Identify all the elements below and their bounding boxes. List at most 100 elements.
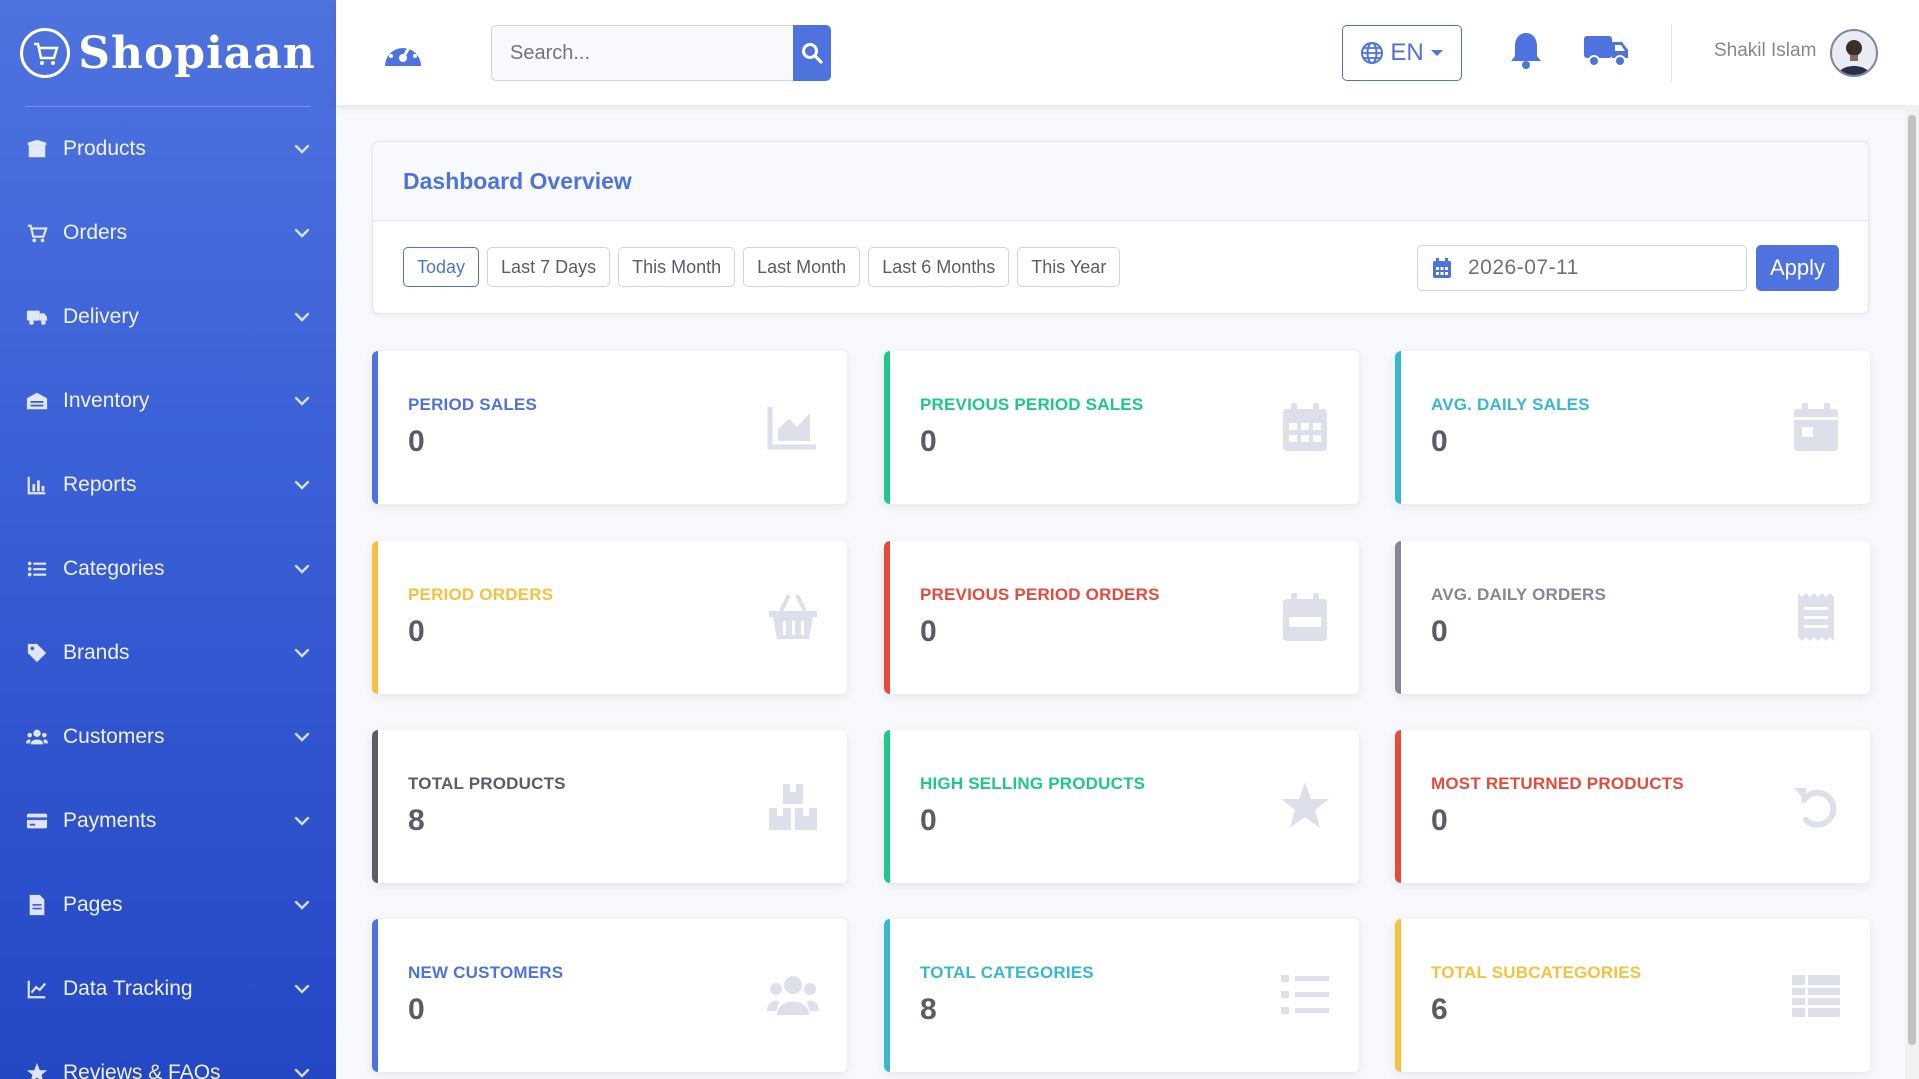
sidebar-item-delivery[interactable]: Delivery (0, 275, 336, 359)
stat-card-period-orders[interactable]: PERIOD ORDERS 0 (372, 541, 847, 694)
sidebar-nav: Products Orders Delivery Inventory Reports Ca… (0, 107, 336, 1079)
chevron-down-icon[interactable] (293, 560, 311, 578)
stat-label: PERIOD SALES (408, 395, 537, 414)
apply-button[interactable]: Apply (1756, 245, 1839, 291)
stat-card-previous-period-sales[interactable]: PREVIOUS PERIOD SALES 0 (884, 351, 1359, 504)
sidebar-item-label: Data Tracking (63, 977, 193, 1000)
stat-card-avg-daily-sales[interactable]: AVG. DAILY SALES 0 (1395, 351, 1870, 504)
star-icon (25, 1061, 49, 1079)
chevron-down-icon[interactable] (293, 644, 311, 662)
sidebar-item-label: Reports (63, 473, 137, 496)
scrollbar-thumb[interactable] (1908, 115, 1916, 1045)
avatar[interactable] (1830, 29, 1878, 77)
stat-label: TOTAL PRODUCTS (408, 774, 566, 793)
caret-down-icon (1430, 50, 1443, 56)
star-icon (1279, 780, 1331, 832)
sidebar-item-inventory[interactable]: Inventory (0, 359, 336, 443)
filter-today[interactable]: Today (403, 247, 480, 287)
filter-this-month[interactable]: This Month (618, 247, 736, 287)
stat-value: 8 (920, 993, 937, 1026)
line-chart-icon (25, 977, 49, 1001)
sidebar-item-label: Inventory (63, 389, 150, 412)
bar-chart-icon (25, 473, 49, 497)
language-label: EN (1390, 39, 1424, 66)
search-icon (802, 43, 823, 64)
search-button[interactable] (793, 25, 831, 81)
chevron-down-icon[interactable] (293, 308, 311, 326)
stat-card-total-subcategories[interactable]: TOTAL SUBCATEGORIES 6 (1395, 919, 1870, 1072)
calendar-icon (1433, 258, 1451, 278)
chevron-down-icon[interactable] (293, 140, 311, 158)
stat-value: 0 (920, 425, 937, 458)
sidebar-item-label: Customers (63, 725, 165, 748)
date-picker[interactable]: 2026-07-11 (1417, 245, 1747, 291)
stat-value: 0 (408, 425, 425, 458)
chevron-down-icon[interactable] (293, 224, 311, 242)
chevron-down-icon[interactable] (293, 980, 311, 998)
stat-card-high-selling-products[interactable]: HIGH SELLING PRODUCTS 0 (884, 730, 1359, 883)
delivery-truck-icon[interactable] (1582, 32, 1630, 68)
stat-card-most-returned-products[interactable]: MOST RETURNED PRODUCTS 0 (1395, 730, 1870, 883)
stat-label: TOTAL CATEGORIES (920, 963, 1094, 982)
sidebar-item-label: Orders (63, 221, 128, 244)
dashboard-gauge-icon[interactable] (381, 34, 425, 70)
sidebar-item-label: Categories (63, 557, 165, 580)
stat-value: 0 (408, 615, 425, 648)
filter-last-7-days[interactable]: Last 7 Days (487, 247, 611, 287)
filter-last-month[interactable]: Last Month (743, 247, 861, 287)
stat-value: 0 (1431, 615, 1448, 648)
filter-last-6-months[interactable]: Last 6 Months (868, 247, 1010, 287)
chevron-down-icon[interactable] (293, 812, 311, 830)
stat-label: NEW CUSTOMERS (408, 963, 564, 982)
stat-value: 8 (408, 804, 425, 837)
sidebar-item-reviews-faqs[interactable]: Reviews & FAQs (0, 1031, 336, 1079)
receipt-icon (1790, 591, 1842, 643)
stat-label: HIGH SELLING PRODUCTS (920, 774, 1146, 793)
stat-label: AVG. DAILY ORDERS (1431, 585, 1607, 604)
page-title: Dashboard Overview (403, 167, 632, 194)
filter-this-year[interactable]: This Year (1017, 247, 1121, 287)
warehouse-icon (25, 389, 49, 413)
topbar: EN Shakil Islam (336, 0, 1919, 105)
stat-card-avg-daily-orders[interactable]: AVG. DAILY ORDERS 0 (1395, 541, 1870, 694)
sidebar-item-reports[interactable]: Reports (0, 443, 336, 527)
stat-card-period-sales[interactable]: PERIOD SALES 0 (372, 351, 847, 504)
sidebar-item-label: Pages (63, 893, 123, 916)
bell-icon[interactable] (1508, 30, 1544, 70)
chevron-down-icon[interactable] (293, 476, 311, 494)
truck-icon (25, 305, 49, 329)
overview-header: Dashboard Overview (373, 142, 1868, 221)
date-value: 2026-07-11 (1468, 256, 1579, 279)
chevron-down-icon[interactable] (293, 728, 311, 746)
sidebar-item-data-tracking[interactable]: Data Tracking (0, 947, 336, 1031)
chart-area-icon (767, 401, 819, 453)
sidebar-item-label: Products (63, 137, 146, 160)
stat-card-new-customers[interactable]: NEW CUSTOMERS 0 (372, 919, 847, 1072)
user-name[interactable]: Shakil Islam (1714, 40, 1816, 62)
sidebar-item-orders[interactable]: Orders (0, 191, 336, 275)
sidebar-item-products[interactable]: Products (0, 107, 336, 191)
page-scrollbar[interactable] (1905, 105, 1919, 1079)
sidebar-item-label: Payments (63, 809, 157, 832)
sidebar-item-customers[interactable]: Customers (0, 695, 336, 779)
stat-label: MOST RETURNED PRODUCTS (1431, 774, 1684, 793)
sidebar-item-categories[interactable]: Categories (0, 527, 336, 611)
stat-value: 0 (920, 615, 937, 648)
stat-card-previous-period-orders[interactable]: PREVIOUS PERIOD ORDERS 0 (884, 541, 1359, 694)
sidebar-item-brands[interactable]: Brands (0, 611, 336, 695)
chevron-down-icon[interactable] (293, 1064, 311, 1079)
chevron-down-icon[interactable] (293, 896, 311, 914)
brand[interactable]: Shopiaan (0, 0, 336, 106)
sidebar-item-payments[interactable]: Payments (0, 779, 336, 863)
sidebar-item-label: Reviews & FAQs (63, 1061, 221, 1079)
sidebar-item-pages[interactable]: Pages (0, 863, 336, 947)
search-input[interactable] (491, 25, 793, 81)
stat-card-total-categories[interactable]: TOTAL CATEGORIES 8 (884, 919, 1359, 1072)
language-selector[interactable]: EN (1342, 25, 1462, 81)
sidebar: Shopiaan Products Orders Delivery Inventory… (0, 0, 336, 1079)
chevron-down-icon[interactable] (293, 392, 311, 410)
stat-card-total-products[interactable]: TOTAL PRODUCTS 8 (372, 730, 847, 883)
calendar-day-icon (1790, 401, 1842, 453)
period-filters: Today Last 7 Days This Month Last Month Last… (403, 247, 1121, 287)
brand-logo-icon (20, 28, 71, 78)
